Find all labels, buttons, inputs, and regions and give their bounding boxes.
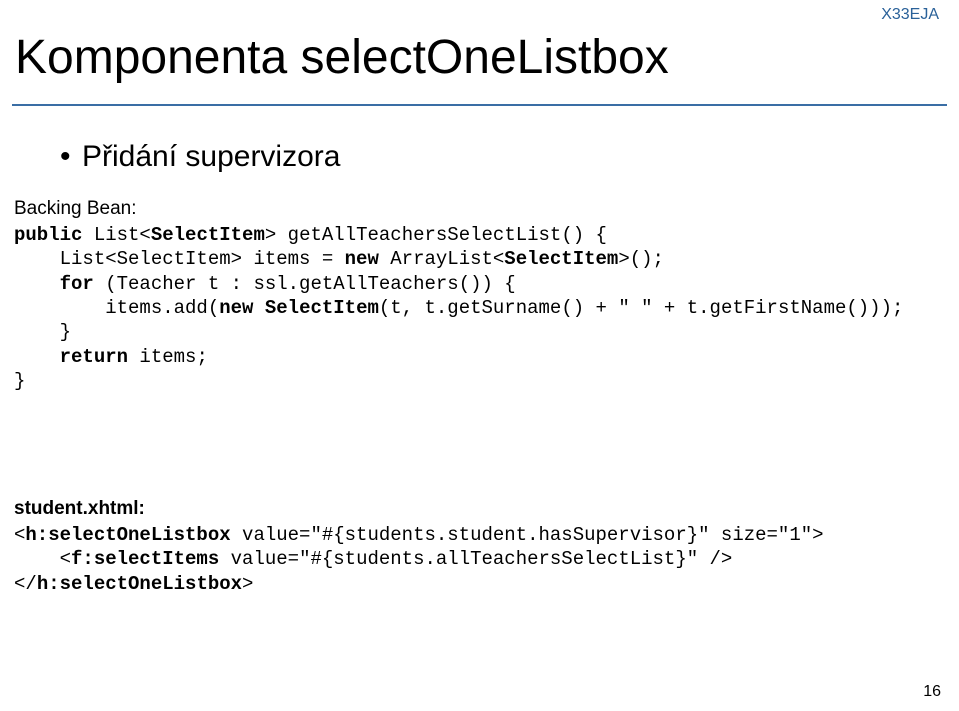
code-fragment: return xyxy=(60,346,128,368)
code-fragment: (Teacher t : ssl.getAllTeachers()) { xyxy=(94,273,516,295)
code-fragment: h:selectOneListbox xyxy=(25,524,230,546)
bullet-dot-icon: • xyxy=(60,140,82,174)
code-fragment: new xyxy=(345,248,379,270)
code-fragment: items; xyxy=(128,346,208,368)
code-fragment: public xyxy=(14,224,82,246)
code-fragment xyxy=(14,346,60,368)
bullet-text: Přidání supervizora xyxy=(82,140,340,173)
code-block-xhtml: <h:selectOneListbox value="#{students.st… xyxy=(14,523,824,596)
code-fragment: ArrayList< xyxy=(379,248,504,270)
title-divider xyxy=(12,104,947,106)
code-fragment xyxy=(14,273,60,295)
code-fragment: List< xyxy=(82,224,150,246)
code-fragment: (t, t.getSurname() + " " + t.getFirstNam… xyxy=(379,297,904,319)
course-tag: X33EJA xyxy=(881,6,939,24)
code-fragment: < xyxy=(14,548,71,570)
code-fragment: < xyxy=(14,524,25,546)
code-fragment: </ xyxy=(14,573,37,595)
code-fragment: } xyxy=(14,370,25,392)
slide-title: Komponenta selectOneListbox xyxy=(15,30,669,85)
code-fragment: > getAllTeachersSelectList() { xyxy=(265,224,607,246)
backing-bean-label: Backing Bean: xyxy=(14,198,137,220)
code-fragment: items.add( xyxy=(14,297,219,319)
code-fragment: new xyxy=(219,297,253,319)
code-fragment: f:selectItems xyxy=(71,548,219,570)
code-fragment: SelectItem xyxy=(265,297,379,319)
slide: X33EJA Komponenta selectOneListbox •Přid… xyxy=(0,0,959,711)
code-block-java: public List<SelectItem> getAllTeachersSe… xyxy=(14,223,903,393)
code-fragment: value="#{students.student.hasSupervisor}… xyxy=(231,524,824,546)
code-fragment: > xyxy=(242,573,253,595)
code-fragment: SelectItem xyxy=(151,224,265,246)
code-fragment: List<SelectItem> items = xyxy=(14,248,345,270)
code-fragment xyxy=(253,297,264,319)
code-fragment: for xyxy=(60,273,94,295)
code-fragment: h:selectOneListbox xyxy=(37,573,242,595)
code-fragment: value="#{students.allTeachersSelectList}… xyxy=(219,548,732,570)
code-fragment: } xyxy=(14,321,71,343)
page-number: 16 xyxy=(923,683,941,701)
code-fragment: >(); xyxy=(618,248,664,270)
code-fragment: SelectItem xyxy=(504,248,618,270)
bullet-item: •Přidání supervizora xyxy=(60,140,340,174)
student-xhtml-label: student.xhtml: xyxy=(14,498,145,520)
